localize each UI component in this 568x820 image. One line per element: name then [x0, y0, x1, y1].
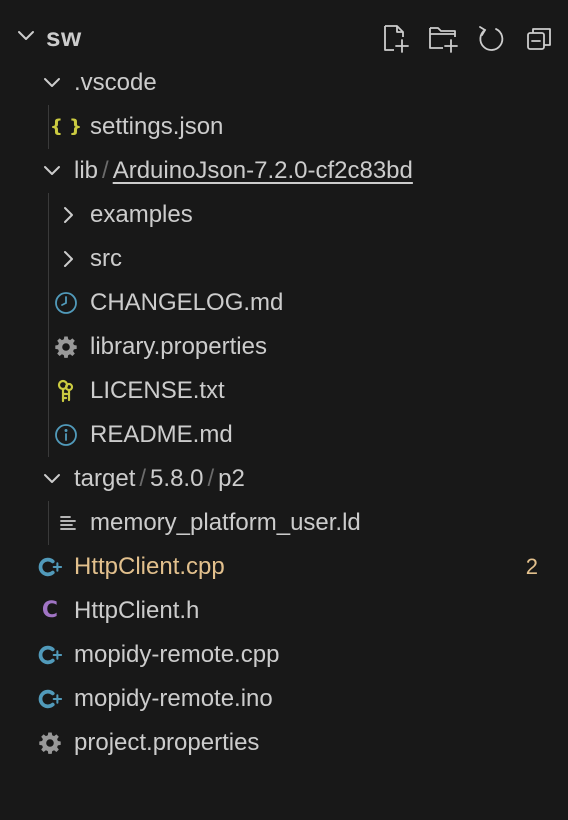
indent-guide — [48, 281, 49, 325]
file-label: project.properties — [74, 729, 260, 756]
chevron-right-icon — [56, 203, 80, 227]
file-label: mopidy-remote.cpp — [74, 641, 280, 668]
folder-label: examples — [90, 201, 193, 228]
file-label: LICENSE.txt — [90, 377, 225, 404]
gear-icon — [54, 335, 78, 359]
tree-folder-examples[interactable]: examples — [0, 193, 568, 237]
tree-file-mopidy-cpp[interactable]: mopidy-remote.cpp — [0, 633, 568, 677]
file-explorer: sw .vscode {} settings.json lib / Ardui… — [0, 0, 568, 820]
refresh-icon[interactable] — [474, 21, 508, 55]
tree-folder-vscode[interactable]: .vscode — [0, 61, 568, 105]
cpp-icon — [38, 555, 62, 579]
tree-folder-lib[interactable]: lib / ArduinoJson-7.2.0-cf2c83bd — [0, 149, 568, 193]
folder-label[interactable]: lib — [74, 157, 98, 184]
path-separator: / — [207, 465, 215, 492]
json-icon: { } — [50, 116, 82, 137]
folder-label[interactable]: target — [74, 465, 135, 492]
tree-folder-src[interactable]: src — [0, 237, 568, 281]
explorer-root-header[interactable]: sw — [0, 16, 568, 60]
folder-label: .vscode — [74, 69, 157, 96]
tree-file-httpclient-h[interactable]: C HttpClient.h — [0, 589, 568, 633]
chevron-down-icon — [40, 159, 64, 183]
tree-folder-target[interactable]: target/5.8.0/p2 — [0, 457, 568, 501]
folder-label[interactable]: 5.8.0 — [150, 465, 203, 492]
compact-folder-path: lib / ArduinoJson-7.2.0-cf2c83bd — [74, 157, 413, 185]
explorer-actions — [378, 20, 556, 56]
file-label: mopidy-remote.ino — [74, 685, 273, 712]
indent-guide — [48, 193, 49, 237]
file-label: settings.json — [90, 113, 224, 140]
tree-file-mopidy-ino[interactable]: mopidy-remote.ino — [0, 677, 568, 721]
new-folder-icon[interactable] — [426, 21, 460, 55]
tree-file-project-properties[interactable]: project.properties — [0, 721, 568, 765]
file-label: HttpClient.cpp — [74, 553, 225, 580]
folder-label-active[interactable]: ArduinoJson-7.2.0-cf2c83bd — [113, 157, 413, 184]
indent-guide — [48, 325, 49, 369]
indent-guide — [48, 105, 49, 149]
file-tree: .vscode { } settings.json lib / ArduinoJso… — [0, 61, 568, 765]
clock-icon — [54, 291, 78, 315]
new-file-icon[interactable] — [378, 21, 412, 55]
tree-file-settings-json[interactable]: { } settings.json — [0, 105, 568, 149]
info-icon — [54, 423, 78, 447]
file-label: HttpClient.h — [74, 597, 200, 624]
indent-guide — [48, 501, 49, 545]
path-separator: / — [139, 465, 147, 492]
file-label: memory_platform_user.ld — [90, 509, 361, 536]
tree-file-memory-ld[interactable]: memory_platform_user.ld — [0, 501, 568, 545]
collapse-all-icon[interactable] — [522, 21, 556, 55]
compact-folder-path: target/5.8.0/p2 — [74, 465, 245, 493]
folder-label: src — [90, 245, 122, 272]
tree-file-license[interactable]: LICENSE.txt — [0, 369, 568, 413]
tree-file-changelog[interactable]: CHANGELOG.md — [0, 281, 568, 325]
root-folder-title: sw — [46, 22, 82, 52]
gear-icon — [38, 731, 62, 755]
cpp-icon — [38, 643, 62, 667]
tree-file-httpclient-cpp[interactable]: HttpClient.cpp 2 — [0, 545, 568, 589]
problems-count-badge: 2 — [525, 554, 538, 579]
file-label: README.md — [90, 421, 233, 448]
indent-guide — [48, 413, 49, 457]
chevron-down-icon — [40, 467, 64, 491]
chevron-down-icon — [40, 71, 64, 95]
file-label: CHANGELOG.md — [90, 289, 284, 316]
chevron-right-icon — [56, 247, 80, 271]
lines-icon — [56, 511, 80, 535]
folder-label[interactable]: p2 — [218, 465, 245, 492]
cpp-icon — [38, 687, 62, 711]
file-label: library.properties — [90, 333, 267, 360]
c-header-icon: C — [41, 598, 59, 623]
tree-file-library-properties[interactable]: library.properties — [0, 325, 568, 369]
path-separator: / — [102, 157, 109, 184]
indent-guide — [48, 369, 49, 413]
indent-guide — [48, 237, 49, 281]
key-icon — [54, 379, 78, 403]
tree-file-readme[interactable]: README.md — [0, 413, 568, 457]
chevron-down-icon[interactable] — [16, 26, 36, 46]
